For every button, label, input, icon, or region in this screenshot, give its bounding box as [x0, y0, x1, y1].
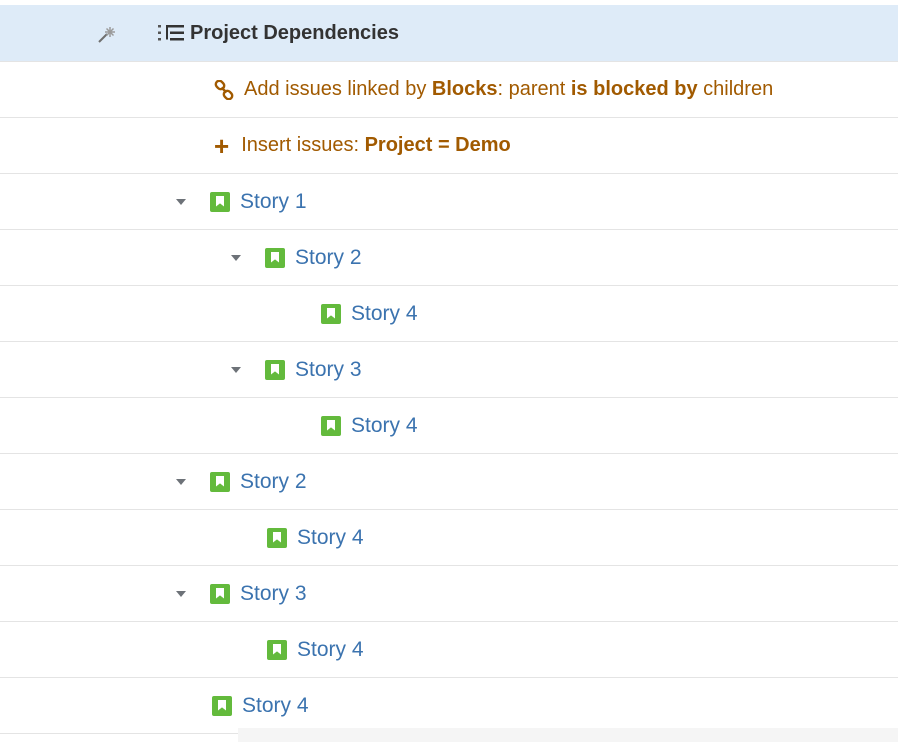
- issue-link[interactable]: Story 2: [240, 470, 307, 494]
- chevron-down-icon[interactable]: [176, 590, 186, 597]
- issue-link[interactable]: Story 3: [240, 582, 307, 606]
- issue-link[interactable]: Story 4: [297, 638, 364, 662]
- chevron-down-icon[interactable]: [231, 366, 241, 373]
- chevron-down-icon[interactable]: [176, 478, 186, 485]
- tree-row[interactable]: Story 4: [0, 286, 898, 342]
- tree-row[interactable]: Story 4: [0, 622, 898, 678]
- link-icon: [214, 79, 234, 100]
- generator-row-insert[interactable]: + Insert issues: Project = Demo: [0, 118, 898, 174]
- tree-row-cell[interactable]: Story 1: [176, 174, 307, 229]
- tree-row-cell[interactable]: Story 4: [267, 622, 364, 677]
- header-title-cell[interactable]: Project Dependencies: [158, 5, 399, 61]
- structure-list-icon: [158, 25, 184, 41]
- generator-extend-text: Add issues linked by Blocks: parent is b…: [244, 78, 774, 100]
- tree-row-cell[interactable]: Story 3: [176, 566, 307, 621]
- story-icon: [321, 303, 341, 324]
- chevron-down-icon[interactable]: [176, 198, 186, 205]
- issue-link[interactable]: Story 3: [295, 358, 362, 382]
- issue-link[interactable]: Story 2: [295, 246, 362, 270]
- structure-tree: Project Dependencies Add issues linked b…: [0, 0, 898, 742]
- plus-icon: +: [214, 130, 230, 161]
- issue-link[interactable]: Story 4: [297, 526, 364, 550]
- tree-row[interactable]: Story 3: [0, 342, 898, 398]
- generator-extend-cell[interactable]: Add issues linked by Blocks: parent is b…: [214, 62, 773, 117]
- issue-link[interactable]: Story 4: [351, 414, 418, 438]
- issue-link[interactable]: Story 4: [351, 302, 418, 326]
- magic-wand-icon[interactable]: [96, 25, 116, 45]
- tree-row-cell[interactable]: Story 2: [231, 230, 362, 285]
- story-icon: [265, 359, 285, 380]
- tree-row[interactable]: Story 2: [0, 230, 898, 286]
- tree-row[interactable]: Story 2: [0, 454, 898, 510]
- tree-row-cell[interactable]: Story 4: [321, 286, 418, 341]
- tree-row-cell[interactable]: Story 4: [321, 398, 418, 453]
- tree-row[interactable]: Story 4: [0, 398, 898, 454]
- generator-row-extend[interactable]: Add issues linked by Blocks: parent is b…: [0, 62, 898, 118]
- story-icon: [212, 695, 232, 716]
- structure-header-row[interactable]: Project Dependencies: [0, 5, 898, 62]
- generator-insert-cell[interactable]: + Insert issues: Project = Demo: [214, 118, 511, 173]
- tree-row-cell[interactable]: Story 4: [267, 510, 364, 565]
- tree-row[interactable]: Story 1: [0, 174, 898, 230]
- story-icon: [210, 191, 230, 212]
- bottom-scroll-area: [238, 728, 898, 742]
- story-icon: [267, 639, 287, 660]
- tree-row-cell[interactable]: Story 2: [176, 454, 307, 509]
- story-icon: [321, 415, 341, 436]
- story-icon: [265, 247, 285, 268]
- tree-row[interactable]: Story 3: [0, 566, 898, 622]
- tree-row-cell[interactable]: Story 3: [231, 342, 362, 397]
- chevron-down-icon[interactable]: [231, 254, 241, 261]
- story-icon: [210, 471, 230, 492]
- structure-title: Project Dependencies: [190, 21, 399, 44]
- tree-row[interactable]: Story 4: [0, 510, 898, 566]
- issue-link[interactable]: Story 1: [240, 190, 307, 214]
- story-icon: [267, 527, 287, 548]
- generator-insert-text: Insert issues: Project = Demo: [241, 134, 511, 156]
- tree-row-cell[interactable]: Story 4: [212, 678, 309, 733]
- tree-row[interactable]: Story 4: [0, 678, 898, 734]
- story-icon: [210, 583, 230, 604]
- issue-link[interactable]: Story 4: [242, 694, 309, 718]
